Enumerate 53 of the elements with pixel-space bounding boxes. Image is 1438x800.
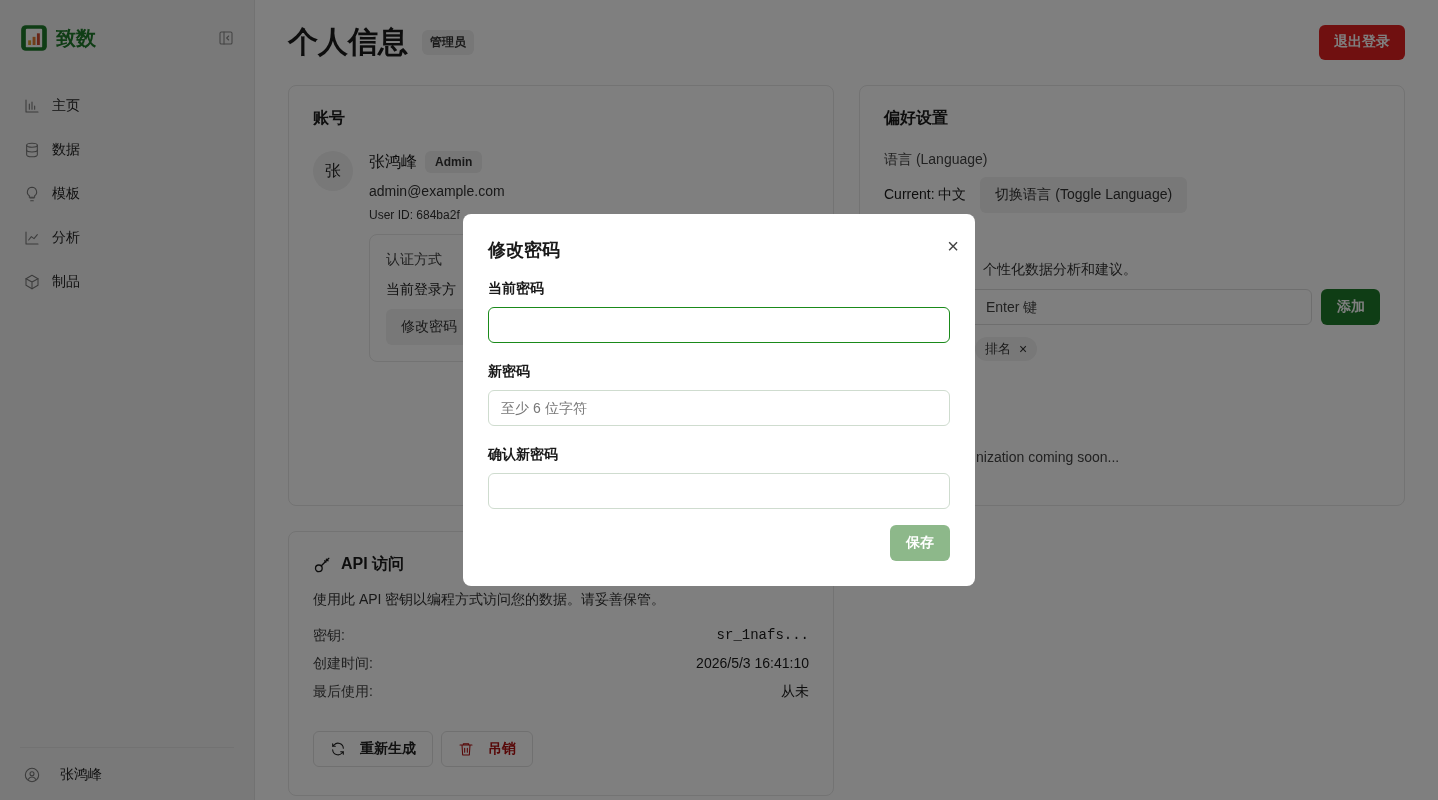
description-text: 个性化数据分析和建议。 [983,261,1138,279]
password-field[interactable] [488,307,950,343]
close-button[interactable]: × [947,236,959,256]
add-button[interactable]: 添加 [1321,289,1380,325]
nav-item[interactable]: 数据 [20,130,234,170]
field-label: 当前密码 [488,280,545,298]
page-title: 个人信息 [288,23,408,60]
tag-label: 排名 [985,340,1011,358]
card-title: 账号 [313,108,346,128]
field-label: 密钥: [313,627,345,645]
logout-button[interactable]: 退出登录 [1319,24,1405,60]
email-text: admin@example.com [369,183,505,199]
revoke-button[interactable]: 吊销 [441,731,533,767]
role-badge: Admin [425,151,483,173]
description-text: 使用此 API 密钥以编程方式访问您的数据。请妥善保管。 [313,591,667,609]
field-label: 确认新密码 [488,446,559,464]
note-text: nization coming soon... [976,449,1121,465]
current-language: Current: 中文 [884,186,967,204]
remove-tag-button[interactable]: × [1019,341,1028,357]
auth-text: 当前登录方 [386,281,456,299]
trash-icon [458,741,474,757]
user-id-text: User ID: 684ba2f [369,208,460,222]
toggle-language-button[interactable]: 切换语言 (Toggle Language) [980,177,1188,213]
dialog-title: 修改密码 [488,239,561,262]
card-title: 偏好设置 [884,108,949,128]
user-name: 张鸿峰 [369,151,417,172]
auth-label: 认证方式 [386,251,442,269]
field-label: 创建时间: [313,655,373,673]
nav-item[interactable]: 制品 [20,262,234,302]
logo-icon [20,24,48,52]
value-text: 从未 [781,683,809,701]
bar-chart-icon [24,98,40,114]
line-chart-icon [24,230,40,246]
field-label: 新密码 [488,363,531,381]
nav-item[interactable]: 模板 [20,174,234,214]
field-label: 最后使用: [313,683,373,701]
refresh-icon [330,741,346,757]
value-text: 2026/5/3 16:41:10 [696,655,809,673]
avatar: 张 [313,151,353,191]
collapse-sidebar-icon[interactable] [218,30,234,46]
language-label: 语言 (Language) [884,151,989,169]
role-badge: 管理员 [422,29,474,55]
cube-icon [24,274,40,290]
database-icon [24,142,40,158]
key-value: sr_1nafs... [716,627,809,645]
user-name[interactable]: 张鸿峰 [60,766,102,784]
nav-item[interactable]: 分析 [20,218,234,258]
card-title: API 访问 [341,554,405,574]
lightbulb-icon [24,186,40,202]
regenerate-button[interactable]: 重新生成 [313,731,433,767]
nav-item[interactable]: 主页 [20,86,234,126]
user-icon [24,767,40,783]
brand-name: 致数 [56,25,96,51]
